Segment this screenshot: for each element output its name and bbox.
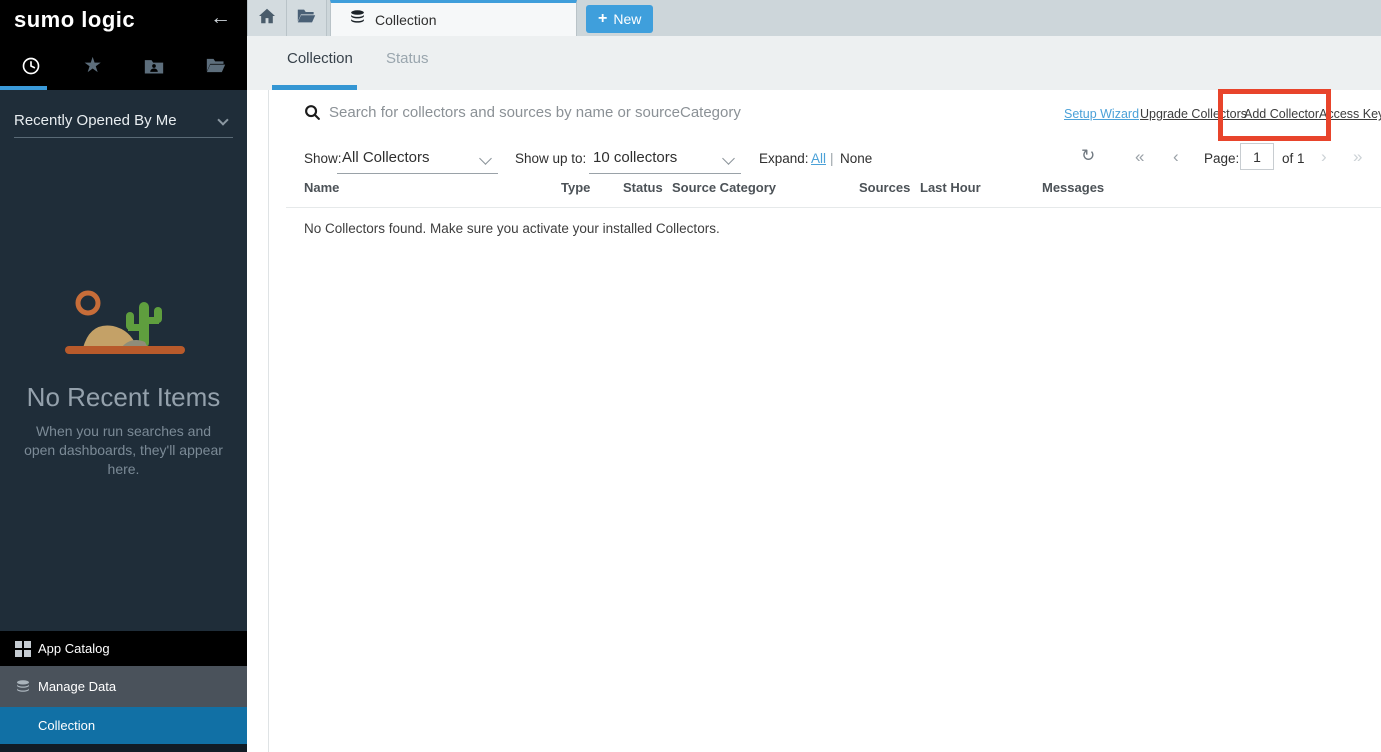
column-header-name[interactable]: Name (304, 180, 339, 195)
column-header-source-category[interactable]: Source Category (672, 180, 776, 195)
no-recent-items-title: No Recent Items (0, 382, 247, 413)
sidebar-item-label: Collection (38, 718, 95, 733)
chevron-down-icon[interactable] (479, 152, 492, 165)
sidebar-nav-icons: ★ (0, 45, 247, 86)
sidebar: sumo logic ← ★ (0, 0, 247, 752)
sidebar-item-label: App Catalog (38, 641, 110, 656)
open-folder-icon (206, 57, 226, 74)
app-window: sumo logic ← ★ (0, 0, 1381, 752)
column-header-type[interactable]: Type (561, 180, 590, 195)
sidebar-header: sumo logic ← ★ (0, 0, 247, 90)
database-icon (15, 679, 31, 695)
tab-strip: Collection + New (247, 0, 1381, 36)
home-icon (258, 8, 276, 29)
sidebar-item-manage-data[interactable]: Manage Data (0, 666, 247, 707)
page-count-label: of 1 (1282, 151, 1305, 166)
clock-icon (21, 56, 41, 76)
chevron-down-icon[interactable] (722, 152, 735, 165)
new-button[interactable]: + New (586, 5, 653, 33)
column-header-status[interactable]: Status (623, 180, 663, 195)
plus-icon: + (598, 10, 607, 28)
table-header-row: Name Type Status Source Category Sources… (269, 180, 1381, 204)
home-button[interactable] (247, 0, 287, 36)
sidebar-footer-sliver (0, 744, 247, 752)
expand-label: Expand: (759, 151, 809, 166)
sun-icon (78, 293, 98, 313)
column-header-last-hour[interactable]: Last Hour (920, 180, 981, 195)
ground (65, 346, 185, 354)
upgrade-collectors-link[interactable]: Upgrade Collectors (1140, 107, 1247, 121)
expand-separator: | (830, 151, 834, 166)
show-up-to-label: Show up to: (515, 151, 586, 166)
sidebar-item-app-catalog[interactable]: App Catalog (0, 631, 247, 666)
sumo-logic-logo: sumo logic (14, 7, 135, 33)
collection-panel: Setup Wizard Upgrade Collectors Add Coll… (268, 90, 1381, 752)
new-button-label: New (613, 11, 641, 27)
show-label: Show: (304, 151, 342, 166)
access-keys-link[interactable]: Access Keys (1319, 107, 1381, 121)
sidebar-item-collection[interactable]: Collection (0, 707, 247, 744)
tab-label: Collection (375, 12, 436, 28)
add-collector-link[interactable]: Add Collector (1244, 107, 1319, 121)
grid-icon (15, 641, 31, 657)
shared-content-tab[interactable] (124, 45, 186, 86)
filter-row: Show: All Collectors Show up to: 10 coll… (269, 142, 1381, 178)
expand-none-link[interactable]: None (840, 151, 872, 166)
desert-illustration (55, 288, 195, 365)
favorites-tab[interactable]: ★ (62, 45, 124, 86)
page-label: Page: (1204, 151, 1239, 166)
refresh-icon[interactable]: ↻ (1081, 146, 1095, 166)
subtab-status[interactable]: Status (386, 50, 429, 67)
column-header-sources[interactable]: Sources (859, 180, 910, 195)
dropdown-underline (589, 173, 741, 174)
collapse-sidebar-icon[interactable]: ← (210, 6, 231, 30)
recently-opened-label: Recently Opened By Me (14, 112, 177, 129)
empty-collectors-message: No Collectors found. Make sure you activ… (304, 221, 720, 236)
first-page-icon[interactable]: « (1135, 147, 1144, 167)
expand-all-link[interactable]: All (811, 151, 826, 166)
dropdown-underline (14, 137, 233, 138)
library-button[interactable] (287, 0, 327, 36)
next-page-icon[interactable]: › (1321, 147, 1327, 167)
subtab-row: Collection Status (247, 36, 1381, 90)
prev-page-icon[interactable]: ‹ (1173, 147, 1179, 167)
open-folder-icon (297, 8, 316, 29)
table-header-divider (286, 207, 1381, 208)
library-tab[interactable] (185, 45, 247, 86)
sidebar-item-label: Manage Data (38, 679, 116, 694)
column-header-messages[interactable]: Messages (1042, 180, 1104, 195)
tab-collection[interactable]: Collection (330, 0, 577, 36)
recent-tab[interactable] (0, 45, 62, 86)
search-input[interactable] (329, 98, 969, 126)
recently-opened-dropdown[interactable]: Recently Opened By Me (14, 112, 233, 129)
setup-wizard-link[interactable]: Setup Wizard (1064, 107, 1139, 121)
star-icon: ★ (83, 55, 102, 76)
folder-user-icon (144, 57, 164, 75)
chevron-down-icon (217, 114, 228, 125)
active-nav-underline (0, 86, 47, 90)
dropdown-underline (337, 173, 498, 174)
subtab-collection[interactable]: Collection (287, 50, 353, 67)
search-icon (304, 104, 321, 126)
database-icon (349, 9, 366, 31)
show-collectors-dropdown[interactable]: All Collectors (342, 149, 430, 166)
page-number-input[interactable] (1240, 143, 1274, 170)
show-up-to-dropdown[interactable]: 10 collectors (593, 149, 677, 166)
no-recent-items-description: When you run searches and open dashboard… (20, 422, 227, 479)
last-page-icon[interactable]: » (1353, 147, 1362, 167)
